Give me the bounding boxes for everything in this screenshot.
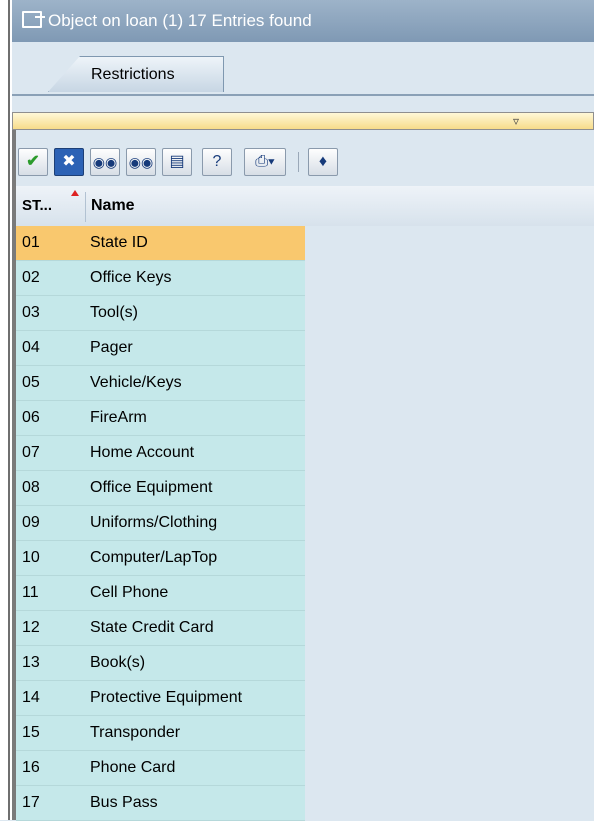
cell-id: 16 [22, 759, 40, 776]
cell-id: 12 [22, 619, 40, 636]
toolbar-separator [298, 152, 299, 172]
table-row[interactable]: 16 Phone Card [16, 751, 305, 786]
tab-strip: Restrictions [12, 42, 594, 96]
find-button[interactable]: ◉◉ [90, 148, 120, 176]
cell-name: State ID [90, 234, 148, 251]
find-next-button[interactable]: ◉◉ [126, 148, 156, 176]
help-button[interactable]: ? [202, 148, 232, 176]
window-icon [22, 11, 45, 29]
table-row[interactable]: 08 Office Equipment [16, 471, 305, 506]
filter-icon[interactable]: ▿ [513, 114, 527, 128]
cancel-icon: ✖ [62, 153, 76, 170]
cell-id: 13 [22, 654, 40, 671]
sort-ascending-icon [71, 190, 79, 196]
tab-restrictions[interactable]: Restrictions [48, 56, 224, 92]
cell-id: 01 [22, 234, 40, 251]
cell-id: 14 [22, 689, 40, 706]
table-row[interactable]: 15 Transponder [16, 716, 305, 751]
table-row[interactable]: 17 Bus Pass [16, 786, 305, 821]
cell-id: 06 [22, 409, 40, 426]
column-header-name[interactable]: Name [91, 186, 135, 226]
cell-name: State Credit Card [90, 619, 214, 636]
cell-name: Uniforms/Clothing [90, 514, 218, 531]
cell-name: Cell Phone [90, 584, 169, 601]
table-row[interactable]: 13 Book(s) [16, 646, 305, 681]
table-row[interactable]: 12 State Credit Card [16, 611, 305, 646]
confirm-button[interactable]: ✔ [18, 148, 48, 176]
cell-id: 04 [22, 339, 40, 356]
cell-id: 03 [22, 304, 40, 321]
binoculars-icon: ◉◉ [92, 154, 118, 170]
check-icon: ✔ [26, 153, 40, 170]
cell-name: Protective Equipment [90, 689, 243, 706]
help-icon: ? [212, 153, 222, 170]
table-row[interactable]: 14 Protective Equipment [16, 681, 305, 716]
cell-id: 11 [22, 584, 39, 601]
left-rule [8, 0, 10, 820]
window-title: Object on loan (1) 17 Entries found [48, 11, 312, 30]
cell-name: Transponder [90, 724, 181, 741]
cell-id: 10 [22, 549, 40, 566]
cell-name: Vehicle/Keys [90, 374, 182, 391]
table-row[interactable]: 07 Home Account [16, 436, 305, 471]
toolbar: ✔ ✖ ◉◉ ◉◉ ▤ ? ⎙▾ ♦ [16, 142, 594, 180]
printer-icon: ⎙▾ [255, 153, 275, 170]
cell-name: Phone Card [90, 759, 176, 776]
cell-name: Bus Pass [90, 794, 158, 811]
cell-id: 02 [22, 269, 40, 286]
table-row[interactable]: 02 Office Keys [16, 261, 305, 296]
cell-name: Pager [90, 339, 133, 356]
cell-name: Home Account [90, 444, 195, 461]
cell-name: Office Keys [90, 269, 172, 286]
cell-name: Book(s) [90, 654, 146, 671]
cell-name: FireArm [90, 409, 147, 426]
cell-name: Computer/LapTop [90, 549, 218, 566]
cell-id: 07 [22, 444, 40, 461]
cell-id: 08 [22, 479, 40, 496]
binoculars-next-icon: ◉◉ [128, 154, 154, 170]
column-header-st[interactable]: ST... [22, 186, 52, 226]
left-edge [0, 0, 12, 820]
cell-id: 05 [22, 374, 40, 391]
table-row[interactable]: 09 Uniforms/Clothing [16, 506, 305, 541]
filter-bar[interactable]: ▿ [12, 112, 594, 130]
print-button[interactable]: ⎙▾ [244, 148, 286, 176]
table-row[interactable]: 10 Computer/LapTop [16, 541, 305, 576]
table-row[interactable]: 01 State ID [16, 226, 305, 261]
cell-id: 09 [22, 514, 40, 531]
table-header: ST... Name [16, 186, 594, 226]
cell-id: 17 [22, 794, 40, 811]
column-separator[interactable] [85, 192, 86, 222]
window-title-bar: Object on loan (1) 17 Entries found [12, 0, 594, 42]
cell-name: Office Equipment [90, 479, 213, 496]
list-icon: ▤ [169, 153, 185, 170]
cell-name: Tool(s) [90, 304, 139, 321]
personal-list-button[interactable]: ♦ [308, 148, 338, 176]
table-row[interactable]: 04 Pager [16, 331, 305, 366]
cell-id: 15 [22, 724, 40, 741]
cancel-button[interactable]: ✖ [54, 148, 84, 176]
bookmark-icon: ♦ [318, 153, 328, 170]
table-row[interactable]: 03 Tool(s) [16, 296, 305, 331]
table-row[interactable]: 05 Vehicle/Keys [16, 366, 305, 401]
filter-values-button[interactable]: ▤ [162, 148, 192, 176]
table-body: 01 State ID 02 Office Keys 03 Tool(s) 04… [16, 226, 305, 821]
table-row[interactable]: 11 Cell Phone [16, 576, 305, 611]
table-row[interactable]: 06 FireArm [16, 401, 305, 436]
